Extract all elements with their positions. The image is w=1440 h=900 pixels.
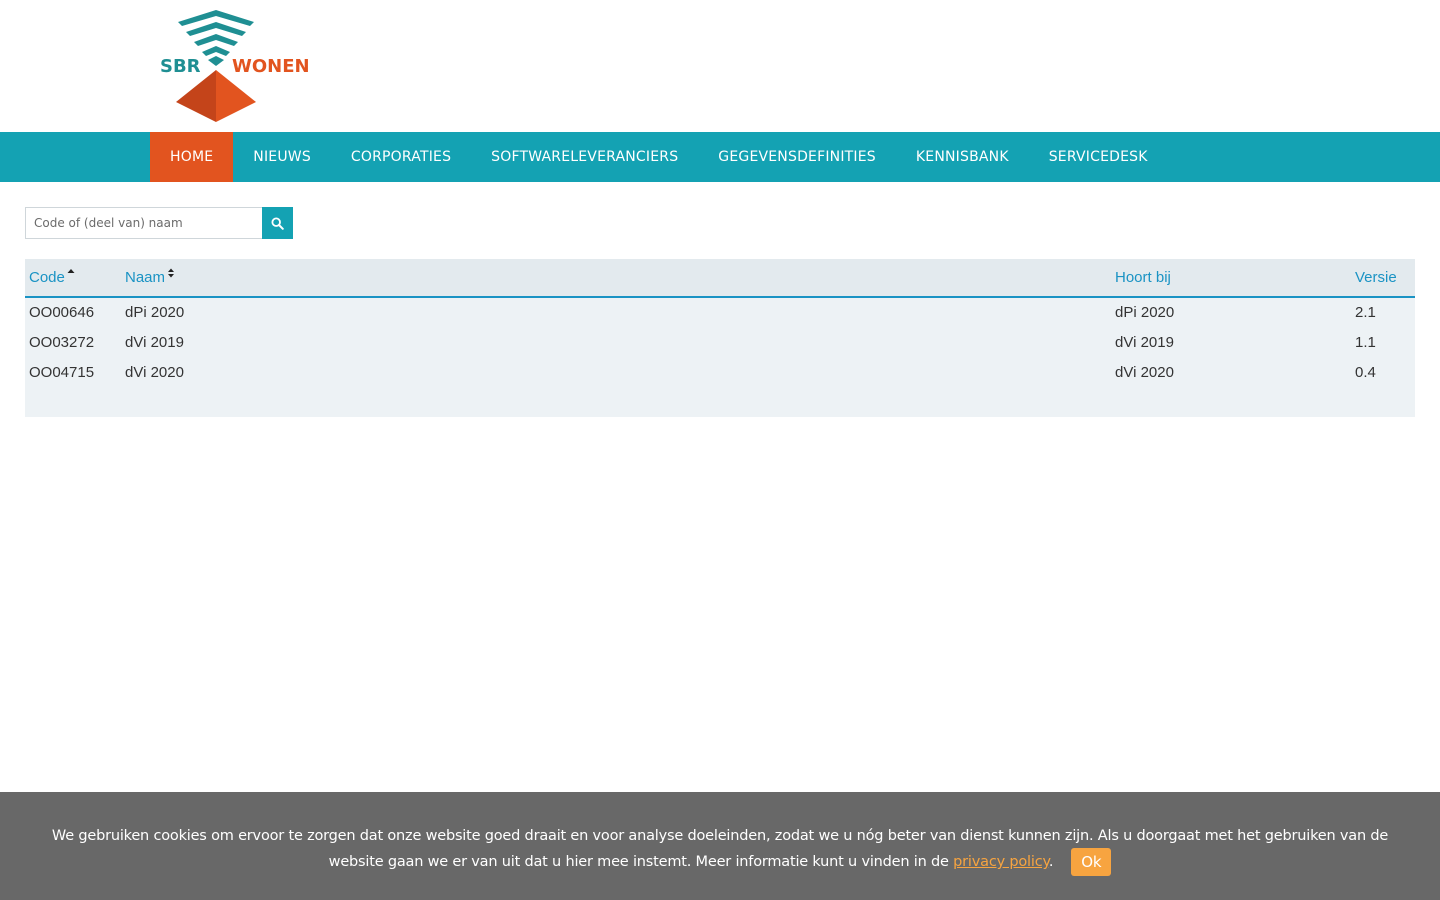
sort-asc-icon[interactable] bbox=[67, 267, 75, 277]
sbr-wonen-logo[interactable]: SBR WONEN bbox=[158, 8, 314, 124]
pad-cell bbox=[25, 387, 121, 417]
search-input[interactable] bbox=[25, 207, 262, 239]
cell-versie: 0.4 bbox=[1351, 357, 1415, 387]
cookie-text: We gebruiken cookies om ervoor te zorgen… bbox=[51, 828, 1389, 870]
cookie-period: . bbox=[1048, 854, 1054, 870]
header-hoort-bij[interactable]: Hoort bij bbox=[1111, 259, 1351, 298]
cell-versie: 1.1 bbox=[1351, 327, 1415, 357]
privacy-policy-link[interactable]: privacy policy bbox=[953, 854, 1049, 870]
table-row[interactable]: OO03272 dVi 2019 dVi 2019 1.1 bbox=[25, 327, 1415, 357]
nav-item-corporaties[interactable]: CORPORATIES bbox=[331, 132, 471, 182]
table-header-row: Code Naam Hoort bij Versie bbox=[25, 259, 1415, 298]
table-row[interactable]: OO04715 dVi 2020 dVi 2020 0.4 bbox=[25, 357, 1415, 387]
cell-naam: dPi 2020 bbox=[121, 297, 1111, 327]
cell-hoort-bij: dVi 2019 bbox=[1111, 327, 1351, 357]
search-button[interactable] bbox=[262, 207, 293, 239]
pad-cell bbox=[121, 387, 1111, 417]
cookie-ok-button[interactable]: Ok bbox=[1071, 848, 1112, 876]
table-bottom-padding bbox=[25, 387, 1415, 417]
cell-hoort-bij: dPi 2020 bbox=[1111, 297, 1351, 327]
search-form bbox=[25, 207, 293, 239]
cell-hoort-bij: dVi 2020 bbox=[1111, 357, 1351, 387]
header: SBR WONEN bbox=[0, 0, 1440, 132]
header-versie-label[interactable]: Versie bbox=[1355, 269, 1397, 286]
header-naam-label[interactable]: Naam bbox=[125, 269, 165, 286]
table-row[interactable]: OO00646 dPi 2020 dPi 2020 2.1 bbox=[25, 297, 1415, 327]
results-table: Code Naam Hoort bij Versie OO00646 dPi 2… bbox=[25, 259, 1415, 417]
cookie-bar: We gebruiken cookies om ervoor te zorgen… bbox=[0, 792, 1440, 900]
logo-text-left: SBR bbox=[160, 56, 201, 77]
pad-cell bbox=[1111, 387, 1351, 417]
nav-item-gegevensdefinities[interactable]: GEGEVENSDEFINITIES bbox=[698, 132, 896, 182]
sort-both-icon[interactable] bbox=[167, 267, 175, 279]
cell-naam: dVi 2019 bbox=[121, 327, 1111, 357]
pad-cell bbox=[1351, 387, 1415, 417]
header-code-label[interactable]: Code bbox=[29, 269, 65, 286]
header-code[interactable]: Code bbox=[25, 259, 121, 298]
cell-code: OO00646 bbox=[25, 297, 121, 327]
header-naam[interactable]: Naam bbox=[121, 259, 1111, 298]
logo-text-right: WONEN bbox=[232, 56, 310, 77]
header-versie[interactable]: Versie bbox=[1351, 259, 1415, 298]
search-icon bbox=[271, 216, 284, 230]
cell-versie: 2.1 bbox=[1351, 297, 1415, 327]
nav-item-softwareleveranciers[interactable]: SOFTWARELEVERANCIERS bbox=[471, 132, 698, 182]
nav-item-home[interactable]: HOME bbox=[150, 132, 234, 182]
nav-item-nieuws[interactable]: NIEUWS bbox=[233, 132, 331, 182]
main-nav: HOME NIEUWS CORPORATIES SOFTWARELEVERANC… bbox=[0, 132, 1440, 182]
nav-item-kennisbank[interactable]: KENNISBANK bbox=[896, 132, 1029, 182]
header-hoort-bij-label[interactable]: Hoort bij bbox=[1115, 269, 1171, 286]
cookie-message: We gebruiken cookies om ervoor te zorgen… bbox=[40, 824, 1400, 876]
cell-code: OO03272 bbox=[25, 327, 121, 357]
cell-naam: dVi 2020 bbox=[121, 357, 1111, 387]
nav-item-servicedesk[interactable]: SERVICEDESK bbox=[1029, 132, 1168, 182]
cell-code: OO04715 bbox=[25, 357, 121, 387]
